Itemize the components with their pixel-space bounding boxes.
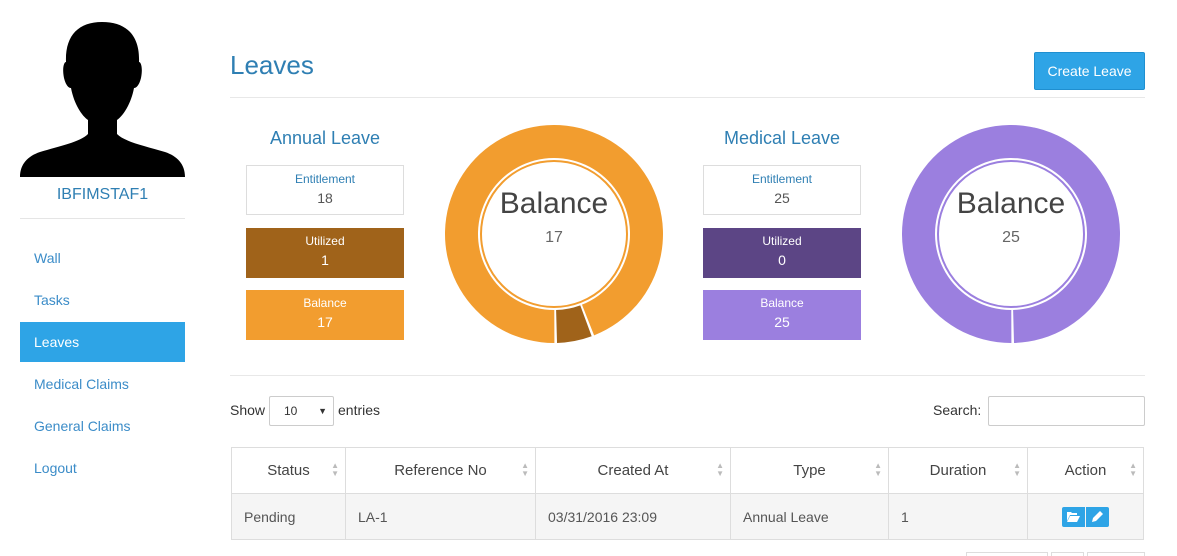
sort-icon: ▲ ▼ (874, 461, 882, 478)
page-size-value: 10 (284, 404, 298, 418)
sidebar-item-logout[interactable]: Logout (20, 448, 185, 488)
annual-entitlement-box: Entitlement 18 (246, 165, 404, 215)
sidebar-item-medical-claims[interactable]: Medical Claims (20, 364, 185, 404)
pagination-button[interactable] (1051, 552, 1084, 556)
entries-label: entries (338, 402, 381, 418)
cell-action (1027, 493, 1144, 540)
donut-value: 17 (545, 229, 563, 246)
annual-leave-title: Annual Leave (269, 128, 381, 148)
search-label: Search: (933, 402, 982, 418)
balance-label: Balance (303, 296, 347, 310)
header-divider (230, 97, 1145, 98)
cell-created-at: 03/31/2016 23:09 (535, 493, 731, 540)
entitlement-value: 18 (317, 190, 333, 206)
cell-reference: LA-1 (345, 493, 536, 540)
column-header-action[interactable]: Action ▲ ▼ (1027, 447, 1144, 494)
page-title: Leaves (230, 50, 314, 80)
cell-duration: 1 (888, 493, 1028, 540)
sidebar-item-wall[interactable]: Wall (20, 238, 185, 278)
column-header-reference[interactable]: Reference No ▲ ▼ (345, 447, 536, 494)
divider (20, 218, 185, 219)
column-header-type[interactable]: Type ▲ ▼ (730, 447, 889, 494)
sort-icon: ▲ ▼ (331, 461, 339, 478)
pagination-button[interactable] (1087, 552, 1145, 556)
balance-value: 25 (774, 314, 790, 330)
edit-button[interactable] (1086, 506, 1109, 527)
medical-leave-title: Medical Leave (723, 128, 841, 148)
utilized-value: 0 (778, 252, 786, 268)
cell-status: Pending (231, 493, 346, 540)
balance-value: 17 (317, 314, 333, 330)
table-row: Pending LA-1 03/31/2016 23:09 Annual Lea… (231, 493, 1144, 540)
sidebar-nav: Wall Tasks Leaves Medical Claims General… (20, 238, 185, 490)
show-label: Show (230, 402, 266, 418)
sort-icon: ▲ ▼ (716, 461, 724, 478)
column-header-created-at[interactable]: Created At ▲ ▼ (535, 447, 731, 494)
column-header-status[interactable]: Status ▲ ▼ (231, 447, 346, 494)
avatar-icon (20, 22, 185, 177)
pagination-button[interactable] (966, 552, 1048, 556)
sort-icon: ▲ ▼ (521, 461, 529, 478)
annual-balance-box: Balance 17 (246, 290, 404, 340)
table-header-row: Status ▲ ▼ Reference No ▲ ▼ Created At ▲ ▼ Typ… (231, 447, 1144, 494)
donut-label: Balance (499, 187, 609, 220)
medical-balance-box: Balance 25 (703, 290, 861, 340)
search-input[interactable] (988, 396, 1145, 426)
pencil-icon (1092, 510, 1103, 522)
cell-type: Annual Leave (730, 493, 889, 540)
utilized-label: Utilized (762, 234, 802, 248)
annual-utilized-box: Utilized 1 (246, 228, 404, 278)
donut-value: 25 (1002, 229, 1020, 246)
medical-leave-donut-chart: Balance 25 (901, 125, 1120, 343)
leaves-table: Status ▲ ▼ Reference No ▲ ▼ Created At ▲ ▼ Typ… (231, 447, 1144, 540)
section-divider (230, 375, 1145, 376)
sort-icon: ▲ ▼ (1013, 461, 1021, 478)
sidebar-item-general-claims[interactable]: General Claims (20, 406, 185, 446)
chevron-down-icon: ▼ (318, 406, 327, 416)
medical-entitlement-box: Entitlement 25 (703, 165, 861, 215)
balance-label: Balance (760, 296, 804, 310)
folder-open-icon (1067, 511, 1080, 522)
create-leave-button[interactable]: Create Leave (1034, 52, 1145, 90)
column-header-duration[interactable]: Duration ▲ ▼ (888, 447, 1028, 494)
view-button[interactable] (1062, 506, 1085, 527)
entitlement-label: Entitlement (751, 172, 813, 186)
medical-utilized-box: Utilized 0 (703, 228, 861, 278)
utilized-label: Utilized (305, 234, 345, 248)
username: IBFIMSTAF1 (56, 186, 149, 203)
annual-leave-donut-chart: Balance 17 (445, 125, 663, 344)
page-size-select[interactable]: 10 ▼ (269, 396, 334, 426)
entitlement-value: 25 (774, 190, 790, 206)
donut-label: Balance (956, 187, 1066, 220)
sidebar-item-leaves[interactable]: Leaves (20, 322, 185, 362)
entitlement-label: Entitlement (294, 172, 356, 186)
utilized-value: 1 (321, 252, 329, 268)
sidebar-item-tasks[interactable]: Tasks (20, 280, 185, 320)
sort-icon: ▲ ▼ (1129, 461, 1137, 478)
